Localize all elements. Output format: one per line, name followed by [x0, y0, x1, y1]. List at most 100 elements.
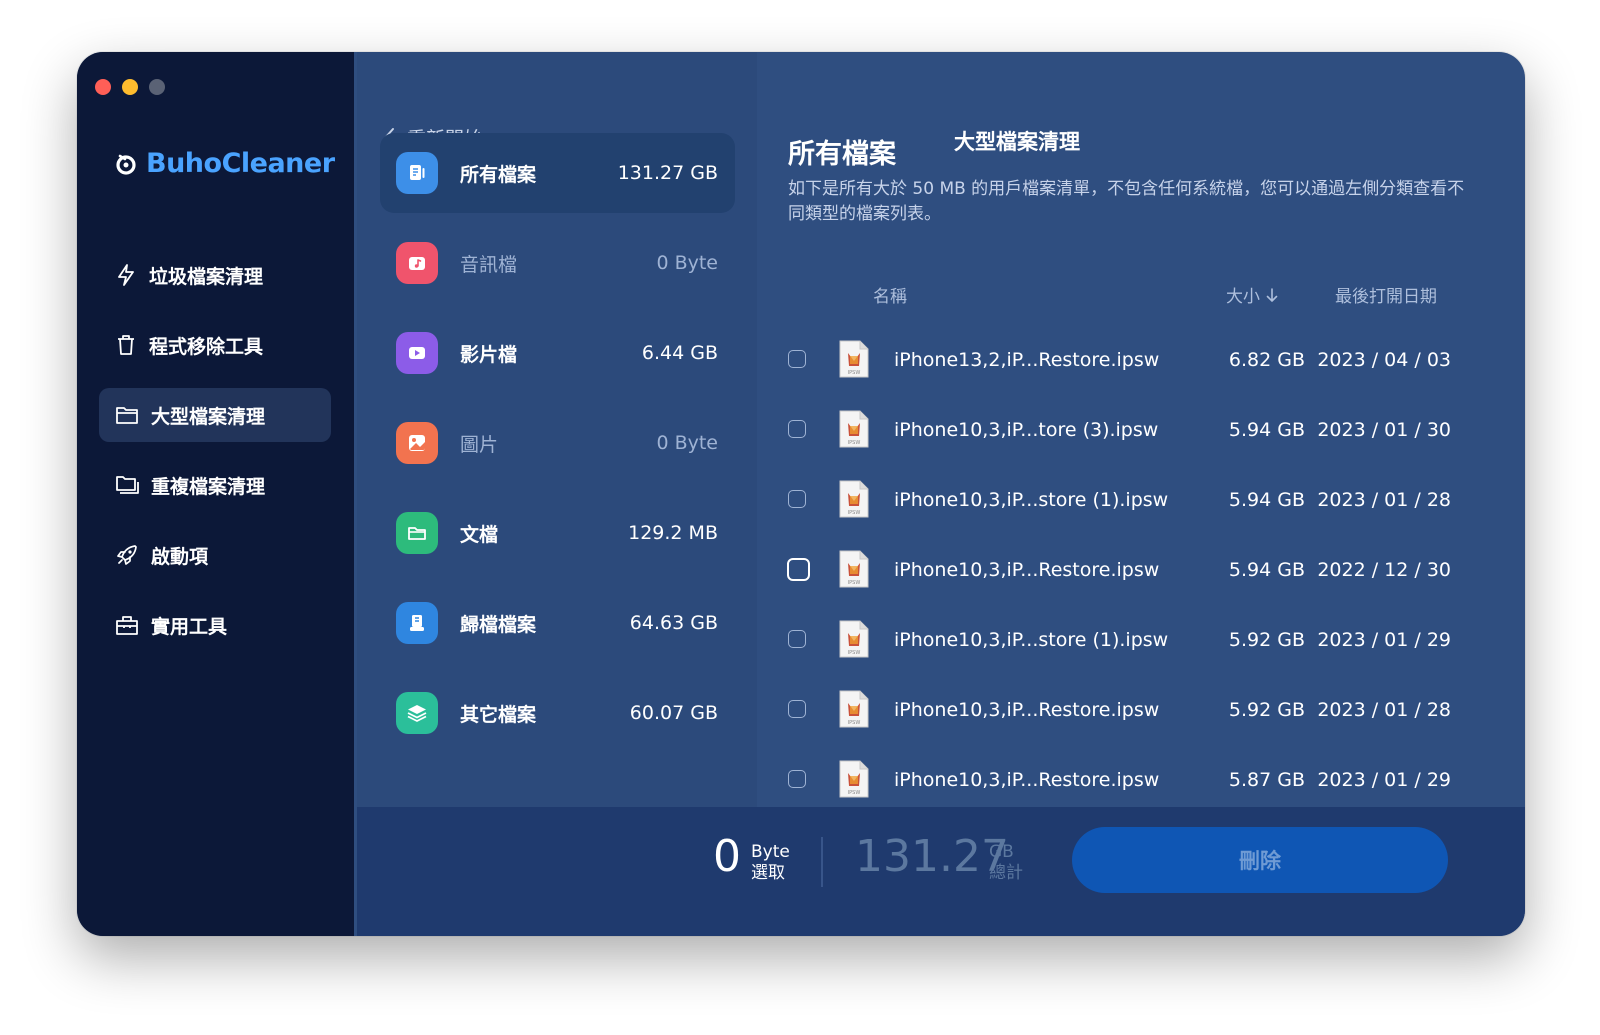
- file-icon-label: IPSW: [848, 580, 861, 586]
- file-date: 2023 / 01 / 30: [1317, 419, 1451, 441]
- column-header-name[interactable]: 名稱: [873, 282, 907, 307]
- video-icon: [396, 332, 438, 374]
- file-name: iPhone10,3,iP...tore (3).ipsw: [894, 419, 1159, 441]
- ipsw-file-icon: IPSW: [839, 340, 869, 378]
- file-checkbox[interactable]: [788, 350, 806, 368]
- selected-label: 選取: [751, 863, 785, 883]
- column-header-last-opened[interactable]: 最後打開日期: [1335, 282, 1437, 307]
- file-name: iPhone10,3,iP...store (1).ipsw: [894, 489, 1169, 511]
- file-row[interactable]: IPSW iPhone10,3,iP...tore (3).ipsw 5.94 …: [788, 403, 1468, 459]
- brand-name: BuhoCleaner: [146, 148, 335, 179]
- category-label: 影片檔: [460, 343, 518, 366]
- file-row[interactable]: IPSW iPhone10,3,iP...store (1).ipsw 5.94…: [788, 473, 1468, 529]
- file-row[interactable]: IPSW iPhone13,2,iP...Restore.ipsw 6.82 G…: [788, 333, 1468, 389]
- category-video[interactable]: 影片檔 6.44 GB: [380, 313, 735, 393]
- category-label: 音訊檔: [460, 253, 518, 276]
- zoom-window-button[interactable]: [149, 79, 165, 95]
- ipsw-file-icon: IPSW: [839, 480, 869, 518]
- sidebar-item-label: 重複檔案清理: [151, 475, 266, 498]
- sidebar-item-label: 垃圾檔案清理: [149, 265, 264, 288]
- category-audio[interactable]: 音訊檔 0 Byte: [380, 223, 735, 303]
- sidebar-item-startup-items[interactable]: 啟動項: [99, 528, 331, 582]
- file-icon-label: IPSW: [848, 720, 861, 726]
- image-icon: [396, 422, 438, 464]
- sidebar-item-large-files[interactable]: 大型檔案清理: [99, 388, 331, 442]
- column-header-size[interactable]: 大小: [1226, 282, 1278, 307]
- file-date: 2023 / 01 / 28: [1317, 699, 1451, 721]
- file-checkbox[interactable]: [788, 700, 806, 718]
- file-icon-label: IPSW: [848, 510, 861, 516]
- category-size: 0 Byte: [656, 432, 718, 454]
- ipsw-file-icon: IPSW: [839, 410, 869, 448]
- app-window: BuhoCleaner 垃圾檔案清理 程式移除工具 大型檔案清理 重複檔案清理 …: [77, 52, 1525, 936]
- category-label: 圖片: [460, 433, 499, 456]
- category-size: 64.63 GB: [629, 612, 718, 634]
- category-size: 60.07 GB: [629, 702, 718, 724]
- file-size: 5.94 GB: [1228, 419, 1305, 441]
- rocket-icon: [117, 545, 137, 565]
- file-row[interactable]: IPSW iPhone10,3,iP...Restore.ipsw 5.87 G…: [788, 753, 1468, 809]
- file-size: 6.82 GB: [1228, 349, 1305, 371]
- total-unit-text: GB: [989, 842, 1014, 862]
- document-folder-icon: [396, 512, 438, 554]
- file-checkbox[interactable]: [788, 490, 806, 508]
- sidebar-item-toolkit[interactable]: 實用工具: [99, 598, 331, 652]
- ipsw-file-icon: IPSW: [839, 690, 869, 728]
- category-size: 129.2 MB: [628, 522, 718, 544]
- bolt-icon: [118, 264, 134, 286]
- toolbox-icon: [116, 616, 138, 635]
- category-documents[interactable]: 文檔 129.2 MB: [380, 493, 735, 573]
- total-size-value: 131.27: [855, 831, 1009, 882]
- category-size: 0 Byte: [656, 252, 718, 274]
- total-label: 總計: [989, 863, 1023, 883]
- music-icon: [396, 242, 438, 284]
- file-name: iPhone10,3,iP...Restore.ipsw: [894, 769, 1160, 791]
- arrow-down-icon: [1266, 287, 1278, 302]
- file-row[interactable]: IPSW iPhone10,3,iP...store (1).ipsw 5.92…: [788, 613, 1468, 669]
- file-size: 5.92 GB: [1228, 629, 1305, 651]
- category-size: 131.27 GB: [617, 162, 718, 184]
- file-icon-label: IPSW: [848, 440, 861, 446]
- minimize-window-button[interactable]: [122, 79, 138, 95]
- file-icon-label: IPSW: [848, 370, 861, 376]
- section-title: 所有檔案: [788, 139, 896, 170]
- file-size: 5.87 GB: [1228, 769, 1305, 791]
- folder-icon: [116, 407, 138, 424]
- selected-size-unit: Byte 選取: [751, 842, 790, 884]
- file-row[interactable]: IPSW iPhone10,3,iP...Restore.ipsw 5.92 G…: [788, 683, 1468, 739]
- category-archives[interactable]: 歸檔檔案 64.63 GB: [380, 583, 735, 663]
- ipsw-file-icon: IPSW: [839, 620, 869, 658]
- sidebar-item-junk-cleanup[interactable]: 垃圾檔案清理: [99, 248, 331, 302]
- column-header-size-label: 大小: [1226, 287, 1260, 307]
- sidebar-item-app-uninstaller[interactable]: 程式移除工具: [99, 318, 331, 372]
- file-name: iPhone10,3,iP...Restore.ipsw: [894, 559, 1160, 581]
- category-images[interactable]: 圖片 0 Byte: [380, 403, 735, 483]
- window-controls: [95, 79, 165, 95]
- file-name: iPhone10,3,iP...store (1).ipsw: [894, 629, 1169, 651]
- file-size: 5.94 GB: [1228, 559, 1305, 581]
- category-label: 歸檔檔案: [460, 613, 537, 636]
- category-label: 所有檔案: [460, 163, 537, 186]
- sidebar-item-label: 實用工具: [151, 615, 228, 638]
- file-row[interactable]: IPSW iPhone10,3,iP...Restore.ipsw 5.94 G…: [787, 543, 1468, 599]
- section-description: 如下是所有大於 50 MB 的用戶檔案清單，不包含任何系統檔，您可以通過左側分類…: [788, 179, 1465, 224]
- sidebar-item-label: 啟動項: [151, 545, 209, 568]
- file-checkbox[interactable]: [788, 770, 806, 788]
- file-checkbox[interactable]: [788, 630, 806, 648]
- duplicate-folder-icon: [116, 476, 139, 494]
- file-size: 5.92 GB: [1228, 699, 1305, 721]
- category-label: 其它檔案: [460, 703, 537, 726]
- category-all-files[interactable]: 所有檔案 131.27 GB: [380, 133, 735, 213]
- sidebar-item-label: 大型檔案清理: [151, 405, 266, 428]
- file-checkbox[interactable]: [788, 420, 806, 438]
- close-window-button[interactable]: [95, 79, 111, 95]
- file-date: 2022 / 12 / 30: [1317, 559, 1451, 581]
- file-checkbox[interactable]: [787, 558, 810, 581]
- category-size: 6.44 GB: [641, 342, 718, 364]
- delete-button[interactable]: 刪除: [1072, 827, 1448, 893]
- sidebar-item-duplicate-files[interactable]: 重複檔案清理: [99, 458, 331, 512]
- archive-icon: [396, 602, 438, 644]
- category-other-files[interactable]: 其它檔案 60.07 GB: [380, 673, 735, 753]
- selected-size-value: 0: [713, 831, 741, 882]
- ipsw-file-icon: IPSW: [839, 550, 869, 588]
